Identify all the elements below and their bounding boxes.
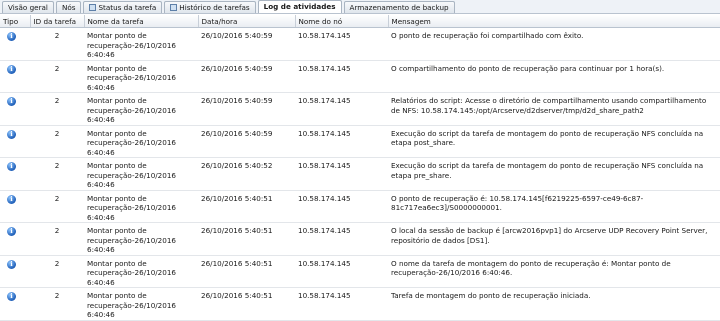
node-name-cell: 10.58.174.145 [295,27,388,61]
message-cell: Execução do script da tarefa de montagem… [388,157,720,191]
type-cell: i [0,157,30,191]
table-row[interactable]: i 2 Montar ponto de recuperação-26/10/2016… [0,27,720,61]
table-row[interactable]: i 2 Montar ponto de recuperação-26/10/2016… [0,125,720,158]
task-id-cell: 2 [30,60,84,93]
task-name-cell: Montar ponto de recuperação-26/10/2016 6… [84,60,198,93]
task-name-cell: Montar ponto de recuperação-26/10/2016 6… [84,255,198,288]
node-name-cell: 10.58.174.145 [295,125,388,158]
table-row[interactable]: i 2 Montar ponto de recuperação-26/10/2016… [0,157,720,191]
table-row[interactable]: i 2 Montar ponto de recuperação-26/10/2016… [0,287,720,321]
task-id-cell: 2 [30,222,84,256]
task-id-cell: 2 [30,92,84,126]
task-name-cell: Montar ponto de recuperação-26/10/2016 6… [84,157,198,191]
datetime-cell: 26/10/2016 5:40:51 [198,222,295,256]
table-row[interactable]: i 2 Montar ponto de recuperação-26/10/2016… [0,92,720,126]
task-id-cell: 2 [30,287,84,321]
info-icon: i [7,227,16,236]
type-cell: i [0,255,30,288]
tab-nodes[interactable]: Nós [55,1,82,13]
info-icon: i [7,32,16,41]
message-cell: O ponto de recuperação foi compartilhado… [388,27,720,61]
task-id-cell: 2 [30,190,84,223]
node-name-cell: 10.58.174.145 [295,287,388,321]
message-cell: O ponto de recuperação é: 10.58.174.145[… [388,190,720,223]
window-icon [89,4,97,11]
grid-header-row: Tipo ID da tarefa Nome da tarefa Data/ho… [0,15,720,28]
node-name-cell: 10.58.174.145 [295,92,388,126]
table-row[interactable]: i 2 Montar ponto de recuperação-26/10/2016… [0,222,720,256]
column-header-task-name[interactable]: Nome da tarefa [84,15,199,28]
type-cell: i [0,125,30,158]
info-icon: i [7,162,16,171]
info-icon: i [7,64,16,74]
info-icon: i [7,97,16,106]
node-name-cell: 10.58.174.145 [295,60,388,93]
type-cell: i [0,222,30,256]
window-icon [170,4,178,11]
message-cell: O nome da tarefa de montagem do ponto de… [388,255,720,288]
tab-job-status[interactable]: Status da tarefa [83,1,163,13]
tab-activity-log[interactable]: Log de atividades [257,0,342,13]
message-cell: Execução do script da tarefa de montagem… [388,125,720,158]
tab-label: Nós [61,2,76,12]
datetime-cell: 26/10/2016 5:40:59 [198,92,295,126]
table-row[interactable]: i 2 Montar ponto de recuperação-26/10/2016… [0,255,720,288]
info-icon: i [7,259,16,269]
task-id-cell: 2 [30,255,84,288]
task-id-cell: 2 [30,157,84,191]
info-icon: i [7,194,16,204]
column-header-type[interactable]: Tipo [0,15,31,28]
tab-job-history[interactable]: Histórico de tarefas [164,1,256,13]
activity-log-grid: Tipo ID da tarefa Nome da tarefa Data/ho… [0,15,720,321]
tab-label: Log de atividades [263,2,336,11]
node-name-cell: 10.58.174.145 [295,190,388,223]
type-cell: i [0,27,30,61]
tab-label: Visão geral [8,2,48,12]
table-row[interactable]: i 2 Montar ponto de recuperação-26/10/2016… [0,190,720,223]
task-name-cell: Montar ponto de recuperação-26/10/2016 6… [84,190,198,223]
column-header-message[interactable]: Mensagem [388,15,720,28]
tab-label: Histórico de tarefas [179,2,250,12]
datetime-cell: 26/10/2016 5:40:59 [198,60,295,93]
datetime-cell: 26/10/2016 5:40:51 [198,190,295,223]
tab-label: Status da tarefa [98,2,157,12]
table-row[interactable]: i 2 Montar ponto de recuperação-26/10/2016… [0,60,720,93]
message-cell: O compartilhamento do ponto de recuperaç… [388,60,720,93]
message-cell: O local da sessão de backup é [arcw2016p… [388,222,720,256]
task-name-cell: Montar ponto de recuperação-26/10/2016 6… [84,287,198,321]
task-id-cell: 2 [30,27,84,61]
message-cell: Tarefa de montagem do ponto de recuperaç… [388,287,720,321]
datetime-cell: 26/10/2016 5:40:52 [198,157,295,191]
task-name-cell: Montar ponto de recuperação-26/10/2016 6… [84,27,198,61]
datetime-cell: 26/10/2016 5:40:51 [198,287,295,321]
datetime-cell: 26/10/2016 5:40:51 [198,255,295,288]
column-header-task-id[interactable]: ID da tarefa [30,15,85,28]
message-cell: Relatórios do script: Acesse o diretório… [388,92,720,126]
tab-label: Armazenamento de backup [349,2,449,12]
task-id-cell: 2 [30,125,84,158]
type-cell: i [0,190,30,223]
node-name-cell: 10.58.174.145 [295,157,388,191]
type-cell: i [0,60,30,93]
type-cell: i [0,92,30,126]
info-icon: i [7,292,16,301]
node-name-cell: 10.58.174.145 [295,222,388,256]
task-name-cell: Montar ponto de recuperação-26/10/2016 6… [84,92,198,126]
tab-bar: Visão geral Nós Status da tarefa Históri… [0,0,720,14]
node-name-cell: 10.58.174.145 [295,255,388,288]
tab-overview[interactable]: Visão geral [2,1,54,13]
task-name-cell: Montar ponto de recuperação-26/10/2016 6… [84,222,198,256]
type-cell: i [0,287,30,321]
task-name-cell: Montar ponto de recuperação-26/10/2016 6… [84,125,198,158]
column-header-datetime[interactable]: Data/hora [198,15,296,28]
datetime-cell: 26/10/2016 5:40:59 [198,125,295,158]
tab-backup-storage[interactable]: Armazenamento de backup [343,1,455,13]
datetime-cell: 26/10/2016 5:40:59 [198,27,295,61]
info-icon: i [7,129,16,139]
column-header-node-name[interactable]: Nome do nó [295,15,389,28]
